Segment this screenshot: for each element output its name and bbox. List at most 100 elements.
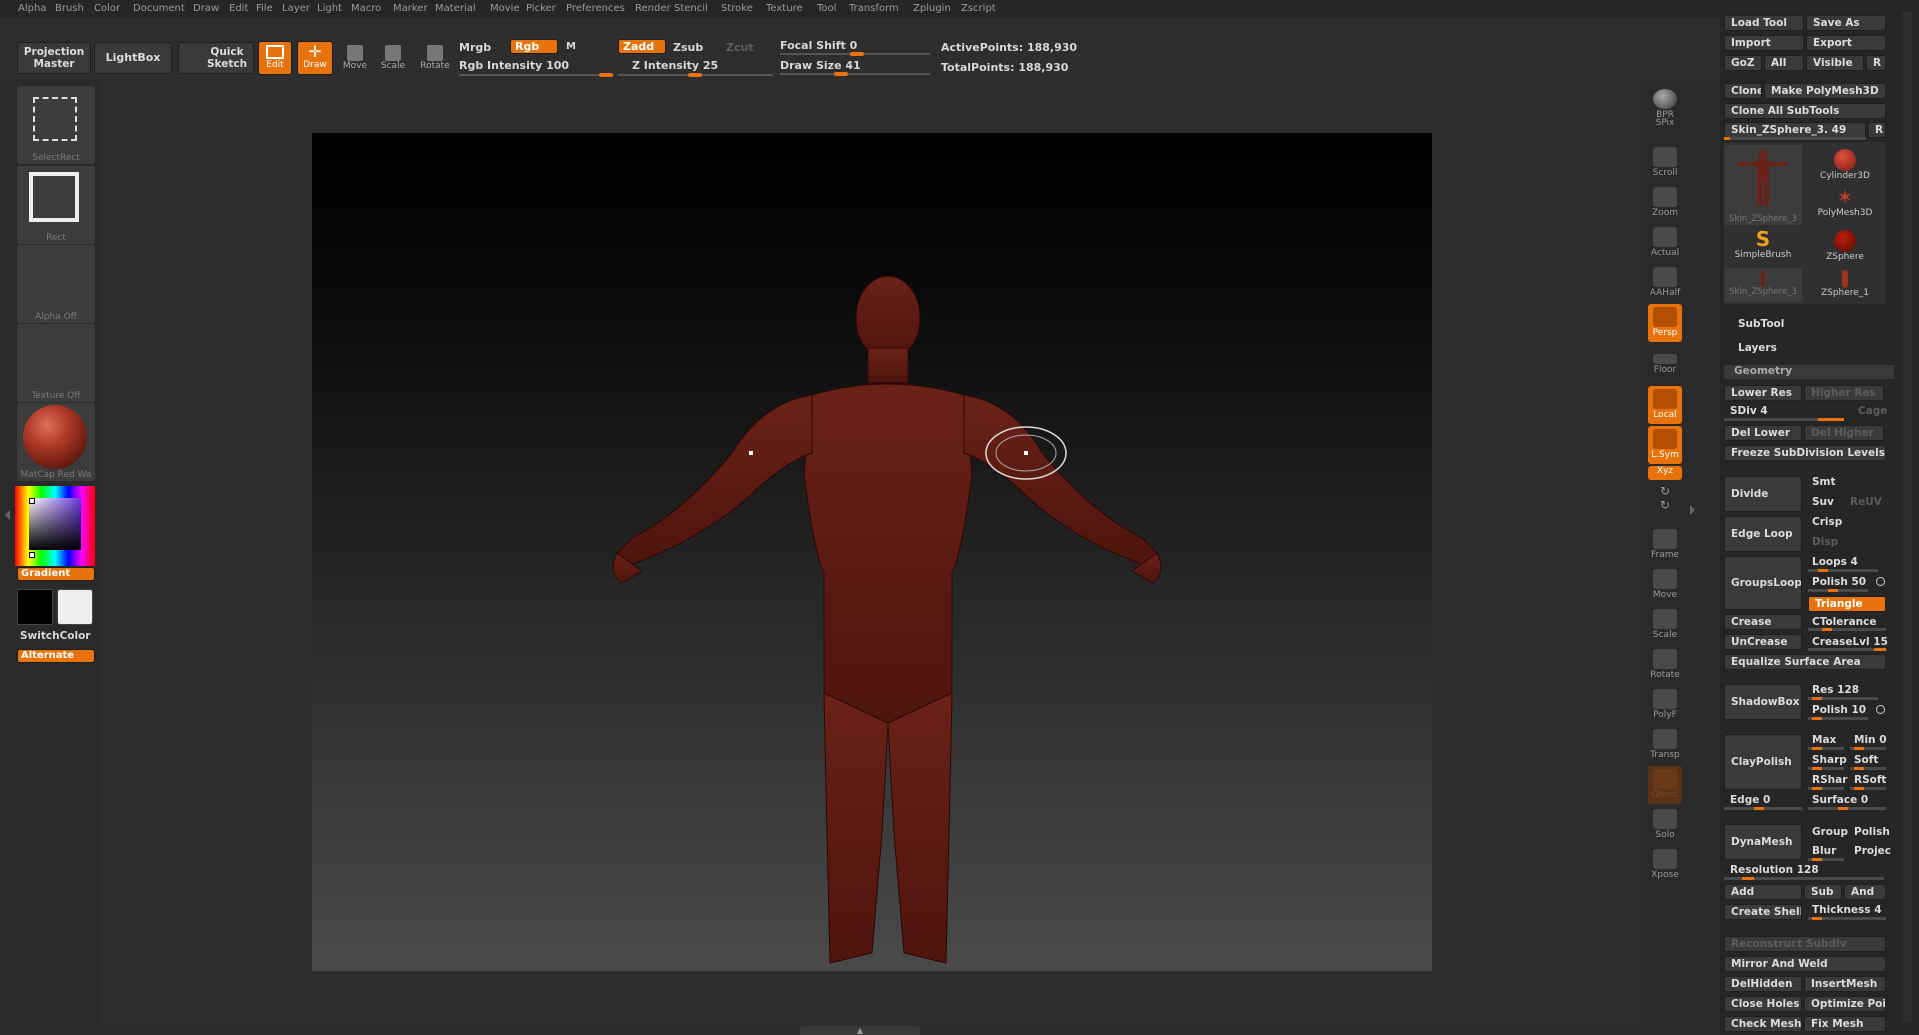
- ghost-button[interactable]: Ghost: [1648, 766, 1682, 804]
- clone-all-subtools-button[interactable]: Clone All SubTools: [1724, 103, 1886, 119]
- min-track[interactable]: [1850, 747, 1886, 750]
- create-shell-button[interactable]: Create Shell: [1724, 904, 1802, 920]
- goz-all-button[interactable]: All: [1764, 55, 1804, 71]
- menu-item-document[interactable]: Document: [133, 3, 185, 14]
- cage-button[interactable]: Cage: [1858, 405, 1887, 417]
- switch-color-button[interactable]: SwitchColor: [20, 630, 91, 642]
- aahalf-button[interactable]: AAHalf: [1648, 264, 1682, 302]
- scale-view-button[interactable]: Scale: [1648, 606, 1682, 644]
- color-picker-square[interactable]: [29, 498, 81, 550]
- menu-item-render[interactable]: Render: [635, 3, 671, 14]
- geometry-header[interactable]: Geometry: [1724, 365, 1894, 379]
- quick-sketch-button[interactable]: Quick Sketch: [178, 42, 254, 74]
- menu-item-file[interactable]: File: [256, 3, 273, 14]
- rotate-button[interactable]: Rotate: [416, 41, 454, 75]
- del-higher-button[interactable]: Del Higher: [1804, 425, 1884, 441]
- gradient-button[interactable]: Gradient: [17, 567, 95, 581]
- disp-slider[interactable]: Disp: [1812, 536, 1838, 548]
- max-slider[interactable]: Max: [1812, 734, 1836, 746]
- group-toggle[interactable]: Group: [1812, 826, 1848, 838]
- reuv-button[interactable]: ReUV: [1850, 496, 1882, 508]
- menu-item-alpha[interactable]: Alpha: [18, 3, 46, 14]
- suv-toggle[interactable]: Suv: [1812, 496, 1834, 508]
- sdiv-track[interactable]: [1724, 418, 1844, 421]
- ctolerance-slider[interactable]: CTolerance: [1812, 616, 1877, 628]
- reconstruct-subdiv-button[interactable]: Reconstruct Subdiv: [1724, 936, 1886, 952]
- groups-loops-button[interactable]: GroupsLoops: [1724, 556, 1802, 610]
- check-mesh-button[interactable]: Check Mesh: [1724, 1016, 1802, 1032]
- thickness-track[interactable]: [1808, 917, 1886, 920]
- uncrease-button[interactable]: UnCrease: [1724, 634, 1802, 650]
- min-slider[interactable]: Min 0: [1854, 734, 1887, 746]
- sdiv-slider[interactable]: SDiv 4: [1730, 405, 1768, 417]
- zcut-button[interactable]: Zcut: [726, 41, 754, 54]
- loops-slider[interactable]: Loops 4: [1812, 556, 1858, 568]
- surface-slider[interactable]: Surface 0: [1812, 794, 1868, 806]
- z-intensity-slider[interactable]: Z Intensity 25: [632, 59, 718, 72]
- blur-slider[interactable]: Blur: [1812, 845, 1836, 857]
- fix-mesh-button[interactable]: Fix Mesh: [1804, 1016, 1886, 1032]
- palette-scrollbar[interactable]: [1902, 12, 1912, 1022]
- edge-track[interactable]: [1724, 807, 1802, 810]
- soft-slider[interactable]: Soft: [1854, 754, 1878, 766]
- dynamesh-button[interactable]: DynaMesh: [1724, 824, 1802, 860]
- move-button[interactable]: Move: [338, 41, 372, 75]
- sharp-track[interactable]: [1808, 767, 1844, 770]
- current-tool-slider[interactable]: Skin_ZSphere_3. 49: [1724, 122, 1866, 138]
- subtool-header[interactable]: SubTool: [1738, 318, 1784, 330]
- tool-thumb-simplebrush[interactable]: S SimpleBrush: [1724, 228, 1802, 266]
- polish-circle-icon[interactable]: [1876, 577, 1885, 586]
- select-rect-button[interactable]: SelectRect: [17, 86, 95, 164]
- goz-r-button[interactable]: R: [1866, 55, 1886, 71]
- menu-item-color[interactable]: Color: [94, 3, 120, 14]
- scale-button[interactable]: Scale: [376, 41, 410, 75]
- spix-button[interactable]: SPix: [1648, 118, 1682, 132]
- equalize-surface-area-button[interactable]: Equalize Surface Area: [1724, 654, 1886, 670]
- and-button[interactable]: And: [1844, 884, 1886, 900]
- loops-track[interactable]: [1808, 569, 1878, 572]
- current-tool-track[interactable]: [1724, 137, 1866, 140]
- tool-thumb-skin-zsphere-3[interactable]: Skin_ZSphere_3: [1724, 145, 1802, 225]
- menu-item-zscript[interactable]: Zscript: [961, 3, 996, 14]
- tool-thumb-zsphere[interactable]: ZSphere: [1806, 228, 1884, 266]
- dynamesh-polish-toggle[interactable]: Polish: [1854, 826, 1890, 838]
- z-intensity-track[interactable]: [618, 73, 773, 77]
- rshar-slider[interactable]: RShar: [1812, 774, 1847, 786]
- smt-toggle[interactable]: Smt: [1812, 476, 1836, 488]
- lightbox-button[interactable]: LightBox: [94, 42, 172, 74]
- project-toggle[interactable]: Projec: [1854, 845, 1891, 857]
- menu-item-movie[interactable]: Movie: [490, 3, 520, 14]
- rect-button[interactable]: Rect: [17, 166, 95, 244]
- higher-res-button[interactable]: Higher Res: [1804, 385, 1884, 401]
- mrgb-button[interactable]: Mrgb: [459, 41, 491, 54]
- draw-size-slider[interactable]: Draw Size 41: [780, 59, 861, 72]
- secondary-color-swatch[interactable]: [57, 589, 93, 625]
- load-tool-button[interactable]: Load Tool: [1724, 15, 1804, 31]
- rgb-intensity-track[interactable]: [459, 73, 614, 77]
- scroll-button[interactable]: Scroll: [1648, 144, 1682, 182]
- clone-button[interactable]: Clone: [1724, 83, 1762, 99]
- edit-button[interactable]: Edit: [258, 41, 292, 75]
- zsub-button[interactable]: Zsub: [673, 41, 703, 54]
- surface-track[interactable]: [1808, 807, 1886, 810]
- local-button[interactable]: Local: [1648, 386, 1682, 424]
- blur-track[interactable]: [1808, 858, 1844, 861]
- menu-item-marker[interactable]: Marker: [393, 3, 428, 14]
- creaselvl-slider[interactable]: CreaseLvl 15: [1812, 636, 1888, 648]
- menu-item-zplugin[interactable]: Zplugin: [913, 3, 951, 14]
- alternate-button[interactable]: Alternate: [17, 649, 95, 663]
- polish2-circle-icon[interactable]: [1876, 705, 1885, 714]
- thickness-slider[interactable]: Thickness 4: [1812, 904, 1882, 916]
- menu-item-texture[interactable]: Texture: [766, 3, 803, 14]
- lower-res-button[interactable]: Lower Res: [1724, 385, 1802, 401]
- lsym-button[interactable]: L.Sym: [1648, 426, 1682, 464]
- goz-button[interactable]: GoZ: [1724, 55, 1762, 71]
- menu-item-transform[interactable]: Transform: [849, 3, 899, 14]
- resolution-track[interactable]: [1724, 877, 1884, 880]
- creaselvl-track[interactable]: [1808, 648, 1886, 651]
- rotate-view-button[interactable]: Rotate: [1648, 646, 1682, 684]
- save-as-button[interactable]: Save As: [1806, 15, 1886, 31]
- triangle-toggle[interactable]: Triangle: [1808, 596, 1886, 612]
- zoom-button[interactable]: Zoom: [1648, 184, 1682, 222]
- polish-slider[interactable]: Polish 50: [1812, 576, 1866, 588]
